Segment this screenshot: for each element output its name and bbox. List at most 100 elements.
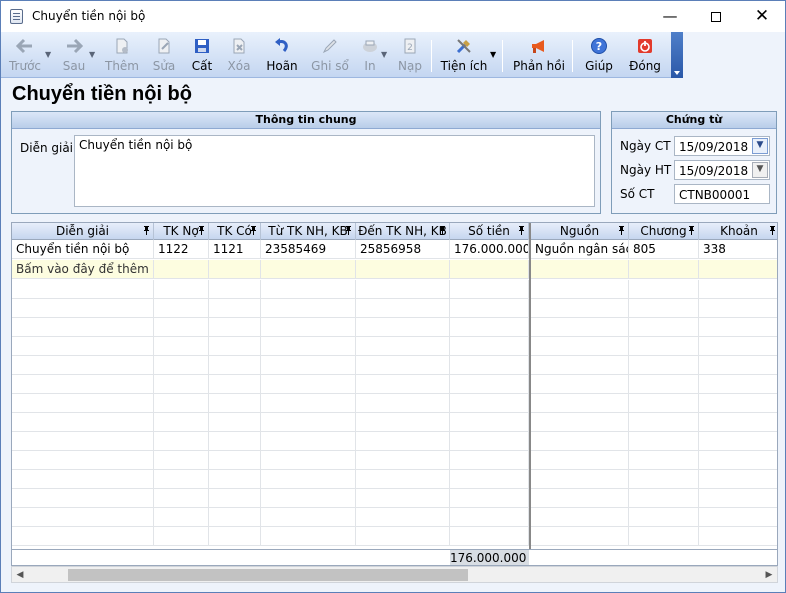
add-button[interactable]: Thêm [101,32,143,78]
empty-cell [699,508,777,527]
empty-cell [629,280,699,299]
next-button[interactable]: Sau [55,32,93,78]
general-info-group: Thông tin chung Diễn giải Chuyển tiền nộ… [11,111,601,214]
empty-cell [261,432,356,451]
empty-cell [629,375,699,394]
empty-cell[interactable] [531,260,629,279]
scroll-left-icon[interactable]: ◀ [14,569,26,581]
next-dropdown-icon[interactable]: ▼ [89,50,95,59]
back-dropdown-icon[interactable]: ▼ [45,50,51,59]
pin-icon[interactable] [439,226,446,235]
amount-total: 176.000.000 [450,550,529,565]
back-button[interactable]: Trước [5,32,45,78]
table-row[interactable]: Chuyển tiền nội bộ 1122 1121 23585469 25… [12,240,777,259]
pin-icon[interactable] [250,226,257,235]
maximize-button[interactable] [693,1,739,32]
column-header-source[interactable]: Nguồn [531,223,629,240]
add-new-row-text[interactable]: Bấm vào đây để thêm mới [12,260,154,279]
save-button[interactable]: Cất [185,32,219,78]
horizontal-scrollbar[interactable]: ◀ ▶ [11,566,778,583]
empty-cell [154,299,209,318]
feedback-button[interactable]: Phản hồi [511,32,567,78]
column-header-credit-account[interactable]: TK Có [209,223,261,240]
empty-cell [154,470,209,489]
window: Chuyển tiền nội bộ — ✕ Trước ▼ Sau ▼ Thê… [0,0,786,593]
empty-cell [261,280,356,299]
voucher-no-input[interactable]: CTNB00001 [674,184,770,204]
empty-cell [356,337,450,356]
cell-chapter[interactable]: 805 [629,240,699,259]
cell-amount[interactable]: 176.000.000 [450,240,529,259]
cell-description[interactable]: Chuyển tiền nội bộ [12,240,154,259]
empty-cell [450,356,529,375]
load-button[interactable]: 2 Nạp [393,32,427,78]
empty-cell[interactable] [209,260,261,279]
toolbar-overflow-button[interactable] [671,32,683,78]
voucher-date-dropdown-button[interactable]: ▼ [752,138,768,154]
column-header-chapter[interactable]: Chương [629,223,699,240]
empty-cell [450,394,529,413]
scrollbar-thumb[interactable] [68,569,468,581]
empty-cell [531,413,629,432]
cell-item[interactable]: 338 [699,240,777,259]
utilities-button[interactable]: Tiện ích [439,32,489,78]
edit-button[interactable]: Sửa [147,32,181,78]
delete-icon [233,38,245,54]
pin-icon[interactable] [143,226,150,235]
empty-cell [356,394,450,413]
empty-cell[interactable] [629,260,699,279]
tools-icon [456,39,471,54]
column-header-to-bank-account[interactable]: Đến TK NH, KB [356,223,450,240]
empty-cell [450,508,529,527]
cell-credit-account[interactable]: 1121 [209,240,261,259]
empty-cell[interactable] [261,260,356,279]
empty-cell [699,299,777,318]
pin-icon[interactable] [618,226,625,235]
posting-date-input[interactable]: 15/09/2018 ▼ [674,160,770,180]
empty-cell [12,470,154,489]
empty-cell[interactable] [356,260,450,279]
column-header-from-bank-account[interactable]: Từ TK NH, KB [261,223,356,240]
print-dropdown-icon[interactable]: ▼ [381,50,387,59]
close-button[interactable]: Đóng [625,32,665,78]
minimize-button[interactable]: — [647,1,693,32]
column-header-amount[interactable]: Số tiền [450,223,529,240]
column-header-description[interactable]: Diễn giải [12,223,154,240]
empty-cell [356,489,450,508]
pin-icon[interactable] [198,226,205,235]
undo-button[interactable]: Hoãn [263,32,301,78]
pin-icon[interactable] [688,226,695,235]
empty-cell[interactable] [699,260,777,279]
empty-cell[interactable] [154,260,209,279]
posting-date-dropdown-button[interactable]: ▼ [752,162,768,178]
pin-icon[interactable] [345,226,352,235]
utilities-dropdown-icon[interactable]: ▼ [490,50,496,59]
column-header-item[interactable]: Khoản [699,223,777,240]
help-button[interactable]: ? Giúp [581,32,617,78]
empty-cell [629,337,699,356]
add-new-row[interactable]: Bấm vào đây để thêm mới [12,260,777,279]
delete-button[interactable]: Xóa [221,32,257,78]
cell-debit-account[interactable]: 1122 [154,240,209,259]
column-header-debit-account[interactable]: TK Nợ [154,223,209,240]
cell-to-bank-account[interactable]: 25856958 [356,240,450,259]
cell-source[interactable]: Nguồn ngân sác... [531,240,629,259]
empty-cell [450,527,529,546]
empty-cell[interactable] [450,260,529,279]
description-input[interactable]: Chuyển tiền nội bộ [74,135,595,207]
empty-cell [699,375,777,394]
empty-cell [531,527,629,546]
empty-row [12,280,777,299]
column-splitter[interactable] [529,223,531,565]
pencil-icon [322,39,337,54]
post-button[interactable]: Ghi sổ [310,32,350,78]
scroll-right-icon[interactable]: ▶ [763,569,775,581]
pin-icon[interactable] [769,226,776,235]
pin-icon[interactable] [518,226,525,235]
voucher-date-input[interactable]: 15/09/2018 ▼ [674,136,770,156]
close-window-button[interactable]: ✕ [739,1,785,32]
empty-cell [531,375,629,394]
empty-cell [629,508,699,527]
print-button[interactable]: In [357,32,383,78]
cell-from-bank-account[interactable]: 23585469 [261,240,356,259]
